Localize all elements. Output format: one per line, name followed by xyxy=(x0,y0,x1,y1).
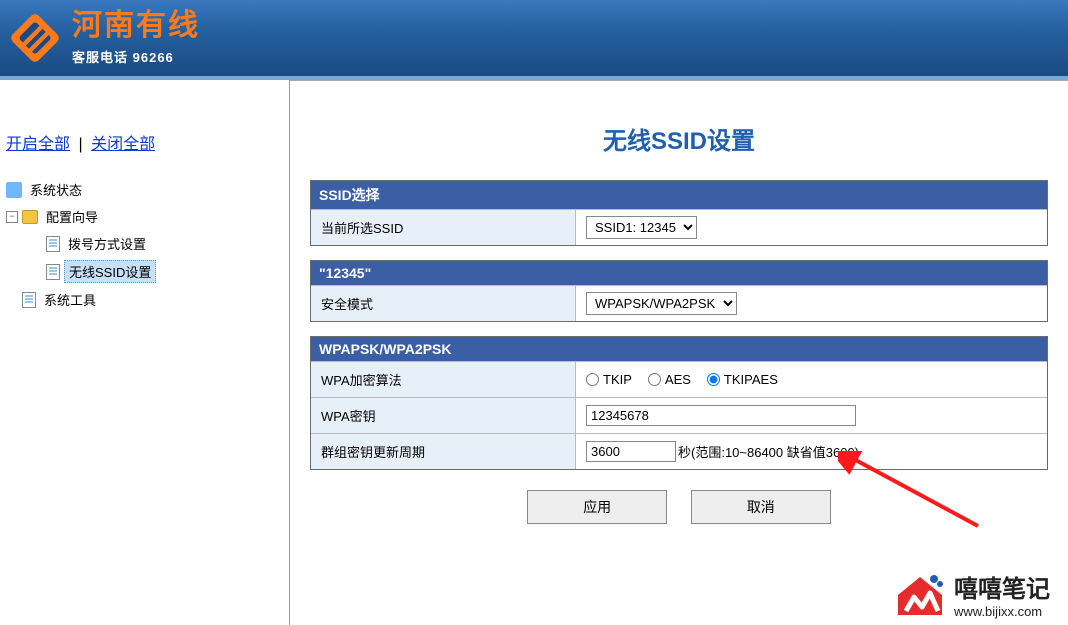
sidebar: 开启全部 | 关闭全部 系统状态 − 配置向导 拨号方式设置 无线SS xyxy=(0,80,290,625)
panel-heading: "12345" xyxy=(311,261,1047,285)
row-encryption-algo: WPA加密算法 TKIP AES TKIPAES xyxy=(311,361,1047,397)
folder-icon xyxy=(22,210,38,224)
tree-item-label: 拨号方式设置 xyxy=(64,233,150,254)
row-current-ssid: 当前所选SSID SSID1: 12345 xyxy=(311,209,1047,245)
wpa-key-input[interactable] xyxy=(586,405,856,426)
brand-logo-icon xyxy=(8,11,62,65)
app-header: 河南有线 客服电话 96266 xyxy=(0,0,1068,80)
tree-item-label: 无线SSID设置 xyxy=(64,260,156,283)
page-icon xyxy=(46,236,60,252)
tree-item-wizard[interactable]: − 配置向导 xyxy=(6,203,283,230)
watermark-logo-icon xyxy=(894,571,946,617)
watermark-title: 嘻嘻笔记 xyxy=(954,569,1050,604)
brand-name: 河南有线 xyxy=(72,11,200,41)
collapse-icon[interactable]: − xyxy=(6,211,18,223)
panel-wpa: WPAPSK/WPA2PSK WPA加密算法 TKIP AES TKIPAES … xyxy=(310,336,1048,470)
radio-aes[interactable]: AES xyxy=(648,372,691,387)
security-mode-select[interactable]: WPAPSK/WPA2PSK xyxy=(586,292,737,315)
watermark: 嘻嘻笔记 www.bijixx.com xyxy=(894,569,1050,619)
field-label: WPA密钥 xyxy=(311,398,576,433)
expand-all-link[interactable]: 开启全部 xyxy=(6,136,70,153)
watermark-url: www.bijixx.com xyxy=(954,604,1050,619)
field-label: 当前所选SSID xyxy=(311,210,576,245)
tree-item-dial[interactable]: 拨号方式设置 xyxy=(6,230,283,257)
panel-security: "12345" 安全模式 WPAPSK/WPA2PSK xyxy=(310,260,1048,322)
field-label: 群组密钥更新周期 xyxy=(311,434,576,469)
panel-ssid-select: SSID选择 当前所选SSID SSID1: 12345 xyxy=(310,180,1048,246)
radio-tkip[interactable]: TKIP xyxy=(586,372,632,387)
cancel-button[interactable]: 取消 xyxy=(691,490,831,524)
tree-item-label: 系统工具 xyxy=(40,289,100,310)
apply-button[interactable]: 应用 xyxy=(527,490,667,524)
rekey-interval-input[interactable] xyxy=(586,441,676,462)
hotline: 客服电话 96266 xyxy=(72,47,200,66)
tree-item-label: 配置向导 xyxy=(42,206,102,227)
content-pane: 无线SSID设置 SSID选择 当前所选SSID SSID1: 12345 "1… xyxy=(290,80,1068,625)
field-label: WPA加密算法 xyxy=(311,362,576,397)
panel-heading: WPAPSK/WPA2PSK xyxy=(311,337,1047,361)
panel-heading: SSID选择 xyxy=(311,181,1047,209)
collapse-all-link[interactable]: 关闭全部 xyxy=(91,136,155,153)
tree-item-tools[interactable]: 系统工具 xyxy=(6,286,283,313)
tree-item-status[interactable]: 系统状态 xyxy=(6,176,283,203)
tree-item-label: 系统状态 xyxy=(26,179,86,200)
radio-tkipaes[interactable]: TKIPAES xyxy=(707,372,778,387)
tree-item-ssid[interactable]: 无线SSID设置 xyxy=(6,257,283,286)
page-icon xyxy=(46,264,60,280)
row-security-mode: 安全模式 WPAPSK/WPA2PSK xyxy=(311,285,1047,321)
status-icon xyxy=(6,182,22,198)
logo: 河南有线 客服电话 96266 xyxy=(8,11,200,66)
page-icon xyxy=(22,292,36,308)
page-title: 无线SSID设置 xyxy=(310,121,1048,156)
button-row: 应用 取消 xyxy=(310,490,1048,524)
nav-tree: 系统状态 − 配置向导 拨号方式设置 无线SSID设置 系统工具 xyxy=(6,176,283,313)
tree-controls: 开启全部 | 关闭全部 xyxy=(6,130,283,154)
row-rekey-interval: 群组密钥更新周期 秒(范围:10~86400 缺省值3600) xyxy=(311,433,1047,469)
row-wpa-key: WPA密钥 xyxy=(311,397,1047,433)
field-label: 安全模式 xyxy=(311,286,576,321)
ssid-select[interactable]: SSID1: 12345 xyxy=(586,216,697,239)
rekey-hint: 秒(范围:10~86400 缺省值3600) xyxy=(678,442,859,461)
